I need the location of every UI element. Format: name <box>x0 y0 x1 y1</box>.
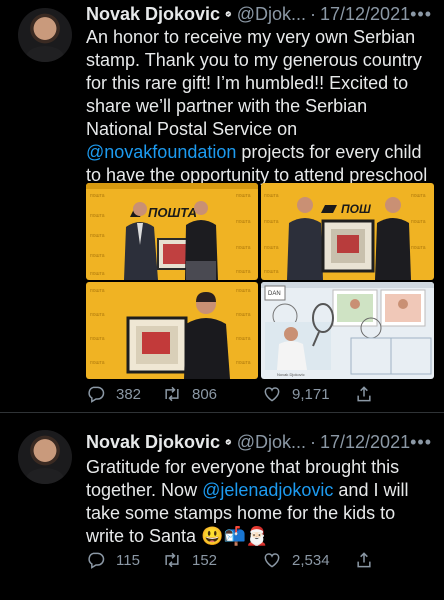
media-photo-3[interactable]: пошта пошта пошта пошта пошта пошта пошта пошт… <box>86 282 258 379</box>
tweet-actions: 382 806 9,171 <box>86 384 386 406</box>
svg-text:ПОШ: ПОШ <box>341 202 371 216</box>
retweet-icon <box>165 386 179 402</box>
svg-text:пошта: пошта <box>90 360 105 366</box>
tweet-date[interactable]: 17/12/2021 <box>320 432 410 453</box>
author-handle[interactable]: @Djok... <box>237 432 306 453</box>
tweet-text-part: An honor to receive my very own Serbian … <box>86 27 422 139</box>
share-icon <box>357 552 371 568</box>
reply-count: 115 <box>116 551 140 569</box>
more-dots-icon[interactable]: ••• <box>410 432 432 453</box>
svg-text:пошта: пошта <box>264 193 279 199</box>
svg-text:пошта: пошта <box>90 336 105 342</box>
author-avatar[interactable] <box>18 430 72 484</box>
reply-count: 382 <box>116 385 142 403</box>
like-count: 2,534 <box>292 551 330 569</box>
tweet-2[interactable]: Novak Djokovic @Djok... · 17/12/2021 •••… <box>0 412 444 600</box>
svg-text:пошта: пошта <box>236 219 251 225</box>
retweet-button[interactable]: 152 <box>162 550 217 570</box>
svg-text:пошта: пошта <box>90 233 105 239</box>
header-separator: · <box>310 431 316 452</box>
svg-text:пошта: пошта <box>236 269 251 275</box>
retweet-icon <box>165 552 179 568</box>
tweet-1[interactable]: Novak Djokovic @Djok... · 17/12/2021 •••… <box>0 0 444 412</box>
svg-text:пошта: пошта <box>264 269 279 275</box>
heart-icon <box>264 387 280 402</box>
mention-link[interactable]: @jelenadjokovic <box>202 480 333 500</box>
stamp-badge: DAN <box>268 291 281 297</box>
like-count: 9,171 <box>292 385 330 403</box>
author-name[interactable]: Novak Djokovic <box>86 4 220 25</box>
tweet-text: Gratitude for everyone that brought this… <box>86 456 436 548</box>
svg-text:пошта: пошта <box>236 312 251 318</box>
author-name[interactable]: Novak Djokovic <box>86 432 220 453</box>
tweet-date[interactable]: 17/12/2021 <box>320 4 410 25</box>
media-photo-1[interactable]: пошта пошта пошта пошта пошта пошта пошта пошт… <box>86 183 258 280</box>
svg-text:пошта: пошта <box>236 336 251 342</box>
media-photo-2[interactable]: пошта пошта пошта пошта пошта пошта пошта ПОШ <box>261 183 434 280</box>
retweet-button[interactable]: 806 <box>162 384 217 404</box>
svg-text:пошта: пошта <box>411 219 426 225</box>
banner-logo: ПОШТА <box>148 205 197 220</box>
share-button[interactable] <box>354 550 384 570</box>
like-button[interactable]: 9,171 <box>262 384 330 404</box>
more-dots-icon[interactable]: ••• <box>410 4 432 25</box>
retweet-count: 806 <box>192 385 218 403</box>
svg-text:пошта: пошта <box>236 245 251 251</box>
retweet-count: 152 <box>192 551 218 569</box>
stamp-caption: Novak Djokovic <box>277 372 305 377</box>
heart-icon <box>264 553 280 568</box>
reply-button[interactable]: 382 <box>86 384 141 404</box>
verified-badge-icon <box>225 11 232 17</box>
svg-text:пошта: пошта <box>236 360 251 366</box>
share-icon <box>357 386 371 402</box>
reply-icon <box>88 552 105 569</box>
svg-text:пошта: пошта <box>90 312 105 318</box>
like-button[interactable]: 2,534 <box>262 550 330 570</box>
svg-text:пошта: пошта <box>90 193 105 199</box>
share-button[interactable] <box>354 384 384 404</box>
svg-text:пошта: пошта <box>411 193 426 199</box>
svg-text:пошта: пошта <box>236 288 251 294</box>
svg-text:пошта: пошта <box>411 245 426 251</box>
svg-text:пошта: пошта <box>236 193 251 199</box>
media-grid: пошта пошта пошта пошта пошта пошта пошта пошт… <box>86 183 434 379</box>
svg-text:пошта: пошта <box>264 245 279 251</box>
reply-icon <box>88 386 105 403</box>
tweet-header: Novak Djokovic @Djok... · 17/12/2021 ••• <box>86 2 432 26</box>
svg-text:пошта: пошта <box>90 213 105 219</box>
mention-link[interactable]: @novakfoundation <box>86 142 236 162</box>
tweet-header: Novak Djokovic @Djok... · 17/12/2021 ••• <box>86 430 432 454</box>
header-separator: · <box>310 3 316 24</box>
svg-text:пошта: пошта <box>90 288 105 294</box>
svg-text:пошта: пошта <box>90 271 105 277</box>
svg-text:пошта: пошта <box>264 219 279 225</box>
tweet-actions: 115 152 2,534 <box>86 550 386 572</box>
reply-button[interactable]: 115 <box>86 550 140 570</box>
author-avatar[interactable] <box>18 8 72 62</box>
verified-badge-icon <box>225 439 232 445</box>
author-handle[interactable]: @Djok... <box>237 4 306 25</box>
media-photo-4[interactable]: DAN Novak Djokovic <box>261 282 434 379</box>
svg-text:пошта: пошта <box>90 253 105 259</box>
